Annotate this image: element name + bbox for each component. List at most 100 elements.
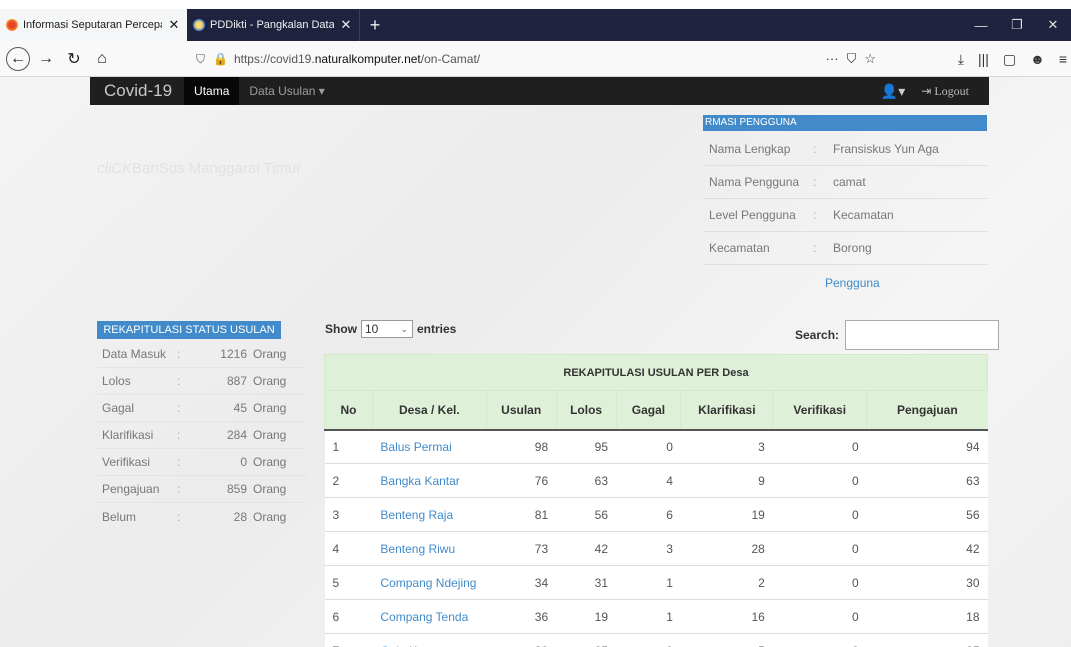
table-row: 3 Benteng Raja 81 56 6 19 0 56 [324,497,988,532]
info-value: camat [833,175,866,189]
new-tab-button[interactable]: + [360,9,390,41]
cell-lolos: 56 [556,497,617,532]
cell-pengajuan: 94 [866,429,988,464]
show-entries-control: Show 10 ⌄ entries [325,320,456,338]
close-tab-icon[interactable]: ✕ [167,17,181,33]
minimize-icon[interactable]: — [963,9,999,41]
summary-sep: : [177,374,181,388]
info-row: Nama Pengguna : camat [703,166,987,199]
shield-icon[interactable]: ⛉ [196,52,205,67]
cell-klarifikasi: 9 [680,463,773,498]
site-navbar: Covid-19 Utama Data Usulan ▾ 👤▾ ⇥ Logout [90,77,989,105]
download-icon[interactable]: ⤓ [958,51,964,68]
cell-no: 1 [324,429,373,464]
tab-informasi[interactable]: Informasi Seputaran Percepatan ✕ [0,9,187,41]
page-subtitle: cliCKBanSos Manggarai Timur [97,160,301,177]
col-header-no[interactable]: No [324,390,373,431]
cell-klarifikasi: 28 [680,531,773,566]
maximize-icon[interactable]: ❐ [999,9,1035,41]
cell-usulan: 98 [486,429,557,464]
col-header-gagal[interactable]: Gagal [615,390,681,431]
page-actions-icon[interactable]: ··· [826,51,839,67]
summary-key: Pengajuan [102,482,160,496]
col-header-desa[interactable]: Desa / Kel. [371,390,487,431]
subtitle-rest: BanSos Manggarai Timur [132,160,302,177]
cell-pengajuan: 56 [866,497,988,532]
home-icon[interactable]: ⌂ [90,47,114,71]
info-sep: : [813,208,817,222]
col-header-klarifikasi[interactable]: Klarifikasi [680,390,773,431]
cell-gagal: 1 [616,565,681,600]
reload-icon[interactable]: ↻ [62,47,86,71]
info-key: Nama Pengguna [709,175,800,189]
nav-utama[interactable]: Utama [184,77,240,105]
browser-tab-bar: Informasi Seputaran Percepatan ✕ PDDikti… [0,9,1071,41]
summary-key: Klarifikasi [102,428,154,442]
cell-lolos: 25 [556,633,617,647]
summary-unit: Orang [253,374,287,388]
site-brand[interactable]: Covid-19 [90,81,184,101]
menu-icon[interactable]: ≡ [1059,51,1067,67]
col-header-verifikasi[interactable]: Verifikasi [772,390,867,431]
site-nav-right: 👤▾ ⇥ Logout [881,77,989,105]
tab-pddikti[interactable]: PDDikti - Pangkalan Data Pendi ✕ [187,9,360,41]
cell-pengajuan: 42 [866,531,988,566]
summary-heading: REKAPITULASI STATUS USULAN [97,321,281,339]
summary-sep: : [177,428,181,442]
account-icon[interactable]: ☻ [1030,51,1045,67]
subtitle-italic: cliCK [97,160,133,177]
table-row: 2 Bangka Kantar 76 63 4 9 0 63 [324,463,988,498]
summary-key: Gagal [102,401,135,415]
entries-select[interactable]: 10 ⌄ [361,320,413,338]
cell-klarifikasi: 3 [680,429,773,464]
cell-verifikasi: 0 [772,497,867,532]
table-row: 5 Compang Ndejing 34 31 1 2 0 30 [324,565,988,600]
col-header-lolos[interactable]: Lolos [555,390,617,431]
cell-gagal: 0 [616,633,681,647]
summary-sep: : [177,347,181,361]
cell-no: 6 [324,599,373,634]
library-icon[interactable]: ||| [978,51,989,67]
cell-lolos: 19 [556,599,617,634]
info-sep: : [813,241,817,255]
table-row: 4 Benteng Riwu 73 42 3 28 0 42 [324,531,988,566]
summary-row: Belum: 28 Orang [97,503,307,530]
cell-klarifikasi: 19 [680,497,773,532]
bookmark-star-icon[interactable]: ☆ [864,51,876,67]
cell-gagal: 0 [616,429,681,464]
col-header-usulan[interactable]: Usulan [485,390,557,431]
cell-pengajuan: 30 [866,565,988,600]
url-bar[interactable]: ⛉ 🔒 https://covid19. naturalkomputer.net /… [196,45,876,73]
sidebar-icon[interactable]: ▢ [1003,51,1016,68]
close-window-icon[interactable]: ✕ [1035,9,1071,41]
pocket-icon[interactable]: ⛉ [847,51,857,67]
cell-usulan: 73 [486,531,557,566]
cell-lolos: 42 [556,531,617,566]
cell-no: 3 [324,497,373,532]
summary-count: 859 [226,482,247,496]
forward-arrow-icon[interactable]: → [34,47,58,71]
cell-desa: Golo Kantar [372,633,487,647]
nav-data-usulan[interactable]: Data Usulan ▾ [239,77,334,105]
user-dropdown-icon[interactable]: 👤▾ [881,83,905,100]
info-value: Fransiskus Yun Aga [833,142,939,156]
cell-gagal: 1 [616,599,681,634]
close-tab-icon[interactable]: ✕ [339,17,353,33]
lock-icon[interactable]: 🔒 [213,52,228,66]
logout-link[interactable]: ⇥ Logout [921,84,969,99]
back-arrow-icon[interactable]: ← [6,46,30,71]
user-info-heading: RMASI PENGGUNA [703,115,987,131]
browser-nav-bar: ← → ↻ ⌂ ⛉ 🔒 https://covid19. naturalkompu… [0,41,1071,77]
summary-unit: Orang [253,347,287,361]
cell-pengajuan: 63 [866,463,988,498]
cell-no: 5 [324,565,373,600]
cell-desa: Balus Permai [372,429,487,464]
summary-key: Belum [102,509,137,524]
summary-row: Data Masuk: 1216 Orang [97,341,307,368]
pengguna-link[interactable]: Pengguna [825,276,880,290]
cell-usulan: 81 [486,497,557,532]
cell-desa: Benteng Riwu [372,531,487,566]
cell-no: 7 [324,633,373,647]
col-header-pengajuan[interactable]: Pengajuan [866,390,988,431]
search-input[interactable] [845,320,1000,350]
